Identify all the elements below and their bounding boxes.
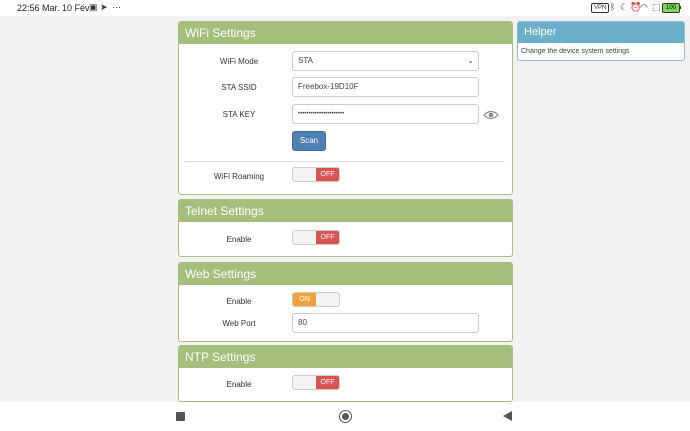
wifi-settings-title: WiFi Settings — [179, 22, 512, 44]
status-date: Mar. 10 Fév — [42, 3, 90, 13]
web-settings-panel: Web Settings Enable ON Web Port 80 — [178, 262, 513, 342]
wifi-roaming-toggle[interactable]: OFF — [292, 167, 340, 182]
sta-ssid-label: STA SSID — [221, 83, 257, 92]
vpn-icon: VPN — [591, 3, 610, 13]
web-port-input[interactable]: 80 — [292, 313, 479, 333]
ntp-enable-toggle[interactable]: OFF — [292, 375, 340, 390]
sta-key-label: STA KEY — [222, 110, 256, 119]
wifi-settings-panel: WiFi Settings WiFi Mode STA ⌄ STA SSID F… — [178, 21, 513, 195]
divider — [185, 161, 505, 162]
telegram-icon: ➤ — [100, 2, 108, 12]
web-enable-label: Enable — [226, 297, 252, 306]
ntp-enable-label: Enable — [226, 380, 252, 389]
toggle-off-state: OFF — [316, 231, 339, 244]
battery-icon: 100 — [662, 3, 680, 13]
ntp-settings-title: NTP Settings — [179, 346, 512, 368]
sta-key-input[interactable]: •••••••••••••••••••••• — [292, 104, 479, 124]
toggle-on-state: ON — [293, 293, 316, 306]
helper-text: Change the device system settings — [521, 48, 630, 55]
more-notifications-icon: ··· — [112, 2, 121, 12]
sta-ssid-input[interactable]: Freebox-19D10F — [292, 77, 479, 97]
ntp-settings-panel: NTP Settings Enable OFF — [178, 345, 513, 402]
web-enable-toggle[interactable]: ON — [292, 292, 340, 307]
bluetooth-icon: ᛒ — [610, 2, 616, 12]
scan-button[interactable]: Scan — [292, 131, 326, 151]
status-bar: 22:56 Mar. 10 Fév ▣ ➤ ··· VPN ᛒ ☾ ⏰ ◠ ⬚ … — [0, 0, 690, 16]
telnet-enable-label: Enable — [226, 235, 252, 244]
wifi-icon: ◠ — [640, 2, 648, 12]
do-not-disturb-icon: ☾ — [620, 2, 629, 12]
home-icon[interactable] — [339, 410, 352, 423]
helper-title: Helper — [518, 22, 684, 43]
notification-icon: ▣ — [89, 2, 98, 12]
chevron-down-icon: ⌄ — [467, 56, 474, 65]
eye-icon[interactable] — [483, 109, 499, 121]
telnet-settings-panel: Telnet Settings Enable OFF — [178, 199, 513, 257]
toggle-off-state: OFF — [316, 168, 339, 181]
telnet-enable-toggle[interactable]: OFF — [292, 230, 340, 245]
telnet-settings-title: Telnet Settings — [179, 200, 512, 222]
web-port-label: Web Port — [222, 319, 256, 328]
helper-panel: Helper Change the device system settings — [517, 21, 685, 61]
status-time: 22:56 — [17, 3, 40, 13]
navigation-bar — [0, 402, 690, 431]
toggle-off-state: OFF — [316, 376, 339, 389]
recent-apps-icon[interactable] — [176, 412, 185, 421]
wifi-roaming-label: WiFi Roaming — [213, 172, 265, 181]
battery-cap — [680, 6, 681, 9]
wifi-mode-value: STA — [298, 56, 313, 65]
wifi-mode-label: WiFi Mode — [219, 57, 259, 66]
web-settings-title: Web Settings — [179, 263, 512, 285]
back-icon[interactable] — [503, 411, 512, 421]
wifi-mode-select[interactable]: STA ⌄ — [292, 51, 479, 71]
sync-icon: ⬚ — [652, 2, 661, 12]
